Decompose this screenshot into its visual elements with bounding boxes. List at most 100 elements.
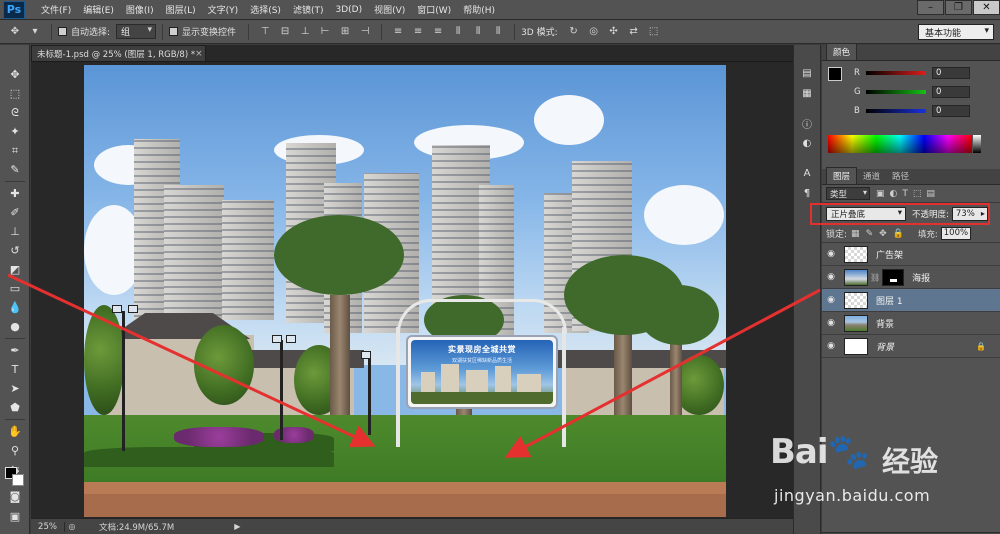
red-value-field[interactable]: 0 <box>932 67 970 79</box>
brush-tool-icon[interactable]: ✐ <box>0 203 30 222</box>
crop-tool-icon[interactable]: ⌗ <box>0 141 30 160</box>
dodge-tool-icon[interactable]: ● <box>0 317 30 336</box>
fill-field[interactable]: 100% <box>940 227 971 240</box>
layer-mask-thumbnail[interactable] <box>882 268 905 286</box>
3d-scale-icon[interactable]: ⬚ <box>645 24 663 40</box>
path-selection-tool-icon[interactable]: ➤ <box>0 379 30 398</box>
marquee-tool-icon[interactable]: ⬚ <box>0 84 30 103</box>
lasso-tool-icon[interactable]: ᘓ <box>0 103 30 122</box>
shape-tool-icon[interactable]: ⬟ <box>0 398 30 417</box>
visibility-eye-icon[interactable]: ◉ <box>822 295 840 305</box>
tab-channels[interactable]: 通道 <box>857 168 886 184</box>
menu-filter[interactable]: 滤镜(T) <box>287 3 330 16</box>
clone-stamp-tool-icon[interactable]: ⊥ <box>0 222 30 241</box>
close-tab-icon[interactable]: × <box>195 49 203 59</box>
menu-layer[interactable]: 图层(L) <box>160 3 202 16</box>
zoom-tool-icon[interactable]: ⚲ <box>0 441 30 460</box>
zoom-level[interactable]: 25% <box>31 521 65 532</box>
tab-layers[interactable]: 图层 <box>826 167 858 184</box>
history-panel-icon[interactable]: ▤ <box>794 63 820 83</box>
align-right-icon[interactable]: ⊣ <box>356 24 374 40</box>
gradient-tool-icon[interactable]: ▭ <box>0 279 30 298</box>
visibility-eye-icon[interactable]: ◉ <box>822 272 840 282</box>
filter-type-icon[interactable]: T <box>902 189 908 199</box>
tab-paths[interactable]: 路径 <box>886 168 915 184</box>
layer-filter-kind-dropdown[interactable]: 类型 <box>826 187 870 200</box>
pen-tool-icon[interactable]: ✒ <box>0 341 30 360</box>
menu-type[interactable]: 文字(Y) <box>202 3 245 16</box>
distribute-right-icon[interactable]: ⦀ <box>489 24 507 40</box>
lock-all-icon[interactable]: 🔒 <box>893 229 904 239</box>
minimize-button[interactable]: – <box>917 0 944 15</box>
distribute-top-icon[interactable]: ≡ <box>389 24 407 40</box>
opacity-field[interactable]: 73% <box>951 207 988 221</box>
3d-pan-icon[interactable]: ✣ <box>605 24 623 40</box>
lock-image-icon[interactable]: ✎ <box>866 229 874 239</box>
align-bottom-icon[interactable]: ⊥ <box>296 24 314 40</box>
grayscale-ramp[interactable] <box>973 135 981 153</box>
background-color-swatch[interactable] <box>12 474 24 486</box>
quick-mask-icon[interactable]: ◙ <box>0 487 30 506</box>
menu-help[interactable]: 帮助(H) <box>457 3 501 16</box>
distribute-bottom-icon[interactable]: ≡ <box>429 24 447 40</box>
eyedropper-tool-icon[interactable]: ✎ <box>0 160 30 179</box>
info-panel-icon[interactable]: ⓘ <box>794 113 820 133</box>
blur-tool-icon[interactable]: 💧 <box>0 298 30 317</box>
status-menu-arrow-icon[interactable]: ▶ <box>234 522 240 531</box>
align-top-icon[interactable]: ⊤ <box>256 24 274 40</box>
menu-file[interactable]: 文件(F) <box>35 3 77 16</box>
menu-window[interactable]: 窗口(W) <box>411 3 457 16</box>
3d-slide-icon[interactable]: ⇄ <box>625 24 643 40</box>
filter-pixel-icon[interactable]: ▣ <box>876 189 885 199</box>
color-spectrum[interactable] <box>828 135 972 153</box>
document-tab[interactable]: 未标题-1.psd @ 25% (图层 1, RGB/8) * × <box>31 45 206 61</box>
align-vcenter-icon[interactable]: ⊟ <box>276 24 294 40</box>
show-transform-checkbox[interactable] <box>169 27 179 36</box>
align-hcenter-icon[interactable]: ⊞ <box>336 24 354 40</box>
character-panel-icon[interactable]: A <box>794 163 820 183</box>
menu-edit[interactable]: 编辑(E) <box>77 3 120 16</box>
filter-adjustment-icon[interactable]: ◐ <box>890 189 898 199</box>
close-button[interactable]: ✕ <box>973 0 1000 15</box>
properties-panel-icon[interactable]: ▦ <box>794 83 820 103</box>
status-info-icon[interactable]: ◎ <box>65 522 79 531</box>
eraser-tool-icon[interactable]: ◩ <box>0 260 30 279</box>
type-tool-icon[interactable]: T <box>0 360 30 379</box>
mask-link-icon[interactable]: ⛓ <box>870 273 880 282</box>
hand-tool-icon[interactable]: ✋ <box>0 422 30 441</box>
adjustments-panel-icon[interactable]: ◐ <box>794 133 820 153</box>
layer-row-海报[interactable]: ◉ ⛓ 海报 <box>822 266 1000 289</box>
magic-wand-tool-icon[interactable]: ✦ <box>0 122 30 141</box>
restore-button[interactable]: ❐ <box>945 0 972 15</box>
layer-row-背景-photo[interactable]: ◉ 背景 <box>822 312 1000 335</box>
layer-row-图层1[interactable]: ◉ 图层 1 <box>822 289 1000 312</box>
workspace-dropdown[interactable]: 基本功能 <box>918 24 994 40</box>
color-panel-foreground-swatch[interactable] <box>828 67 842 81</box>
visibility-eye-icon[interactable]: ◉ <box>822 318 840 328</box>
visibility-eye-icon[interactable]: ◉ <box>822 341 840 351</box>
menu-view[interactable]: 视图(V) <box>368 3 411 16</box>
tab-color[interactable]: 颜色 <box>826 43 858 60</box>
menu-select[interactable]: 选择(S) <box>244 3 287 16</box>
history-brush-tool-icon[interactable]: ↺ <box>0 241 30 260</box>
3d-roll-icon[interactable]: ◎ <box>585 24 603 40</box>
tool-preset-dropdown-icon[interactable]: ▾ <box>26 24 44 40</box>
lock-transparent-icon[interactable]: ▦ <box>851 229 860 239</box>
green-value-field[interactable]: 0 <box>932 86 970 98</box>
filter-smart-object-icon[interactable]: ▤ <box>926 189 935 199</box>
screen-mode-icon[interactable]: ▣ <box>0 507 30 526</box>
move-tool-icon[interactable]: ✥ <box>0 65 30 84</box>
distribute-left-icon[interactable]: ⦀ <box>449 24 467 40</box>
3d-rotate-icon[interactable]: ↻ <box>565 24 583 40</box>
auto-select-dropdown[interactable]: 组 <box>116 24 157 39</box>
canvas-image[interactable]: 实景现房全城共赏 双湖扶贫区稀缺新品质生活 <box>84 65 726 517</box>
lock-position-icon[interactable]: ✥ <box>879 229 887 239</box>
green-slider[interactable] <box>866 90 926 94</box>
layer-row-广告架[interactable]: ◉ 广告架 <box>822 243 1000 266</box>
move-tool-icon[interactable]: ✥ <box>6 24 24 40</box>
healing-brush-tool-icon[interactable]: ✚ <box>0 184 30 203</box>
red-slider[interactable] <box>866 71 926 75</box>
align-left-icon[interactable]: ⊢ <box>316 24 334 40</box>
distribute-hcenter-icon[interactable]: ⦀ <box>469 24 487 40</box>
auto-select-checkbox[interactable] <box>58 27 67 36</box>
